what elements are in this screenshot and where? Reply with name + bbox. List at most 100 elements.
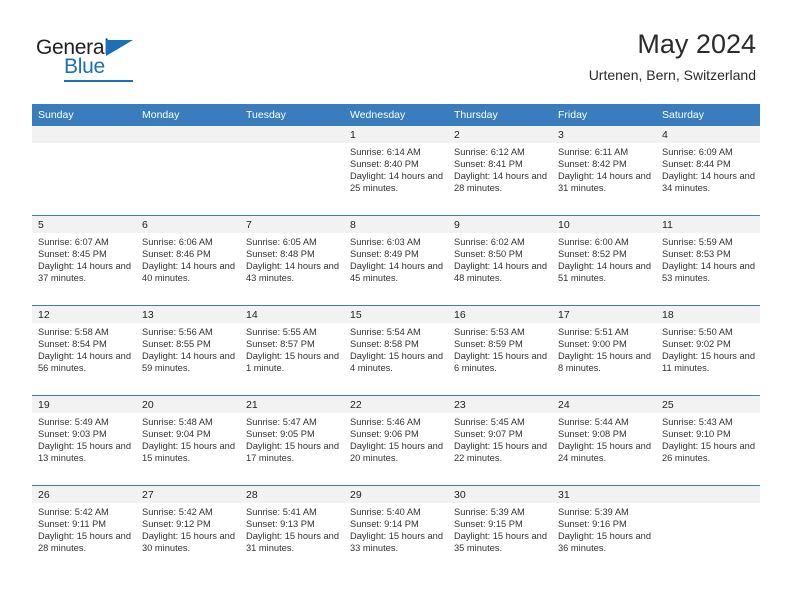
day-details: Sunrise: 5:55 AM Sunset: 8:57 PM Daylight:… — [240, 323, 344, 374]
calendar-day-cell[interactable]: 24 Sunrise: 5:44 AM Sunset: 9:08 PM Dayligh… — [552, 395, 656, 486]
calendar-day-cell[interactable]: 27 Sunrise: 5:42 AM Sunset: 9:12 PM Dayligh… — [136, 485, 240, 575]
sunrise-text: Sunrise: 5:45 AM — [454, 417, 525, 427]
calendar-cell-inner: 20 Sunrise: 5:48 AM Sunset: 9:04 PM Dayligh… — [136, 396, 240, 485]
calendar-day-cell[interactable]: 13 Sunrise: 5:56 AM Sunset: 8:55 PM Dayligh… — [136, 305, 240, 396]
day-details: Sunrise: 5:49 AM Sunset: 9:03 PM Daylight:… — [32, 413, 136, 464]
calendar-day-cell[interactable]: 29 Sunrise: 5:40 AM Sunset: 9:14 PM Dayligh… — [344, 485, 448, 575]
calendar-cell-inner: 21 Sunrise: 5:47 AM Sunset: 9:05 PM Dayligh… — [240, 396, 344, 485]
day-number — [32, 126, 136, 143]
daylight-text: Daylight: 14 hours and 37 minutes. — [38, 261, 132, 284]
daylight-text: Daylight: 14 hours and 45 minutes. — [350, 261, 444, 284]
day-number: 8 — [344, 216, 448, 233]
calendar-day-cell[interactable]: 10 Sunrise: 6:00 AM Sunset: 8:52 PM Dayligh… — [552, 215, 656, 306]
calendar-cell-inner: 14 Sunrise: 5:55 AM Sunset: 8:57 PM Dayligh… — [240, 306, 344, 395]
calendar-cell-inner: 25 Sunrise: 5:43 AM Sunset: 9:10 PM Dayligh… — [656, 396, 760, 485]
sunrise-text: Sunrise: 6:06 AM — [142, 237, 213, 247]
sunset-text: Sunset: 8:58 PM — [350, 339, 419, 350]
day-number: 29 — [344, 486, 448, 503]
calendar-cell-empty — [136, 126, 240, 216]
daylight-text: Daylight: 14 hours and 34 minutes. — [662, 171, 756, 194]
daylight-text: Daylight: 15 hours and 28 minutes. — [38, 531, 132, 554]
calendar-day-cell[interactable]: 25 Sunrise: 5:43 AM Sunset: 9:10 PM Dayligh… — [656, 395, 760, 486]
calendar-cell-empty — [240, 126, 344, 216]
day-number: 30 — [448, 486, 552, 503]
calendar-day-cell[interactable]: 22 Sunrise: 5:46 AM Sunset: 9:06 PM Dayligh… — [344, 395, 448, 486]
day-number: 19 — [32, 396, 136, 413]
calendar-day-cell[interactable]: 23 Sunrise: 5:45 AM Sunset: 9:07 PM Dayligh… — [448, 395, 552, 486]
calendar-day-cell[interactable]: 18 Sunrise: 5:50 AM Sunset: 9:02 PM Dayligh… — [656, 305, 760, 396]
calendar-day-cell[interactable]: 15 Sunrise: 5:54 AM Sunset: 8:58 PM Dayligh… — [344, 305, 448, 396]
calendar-day-cell[interactable]: 7 Sunrise: 6:05 AM Sunset: 8:48 PM Daylight… — [240, 215, 344, 306]
sunset-text: Sunset: 9:10 PM — [662, 429, 731, 440]
sunrise-text: Sunrise: 6:05 AM — [246, 237, 317, 247]
calendar-day-cell[interactable]: 4 Sunrise: 6:09 AM Sunset: 8:44 PM Daylight… — [656, 126, 760, 216]
sunset-text: Sunset: 8:53 PM — [662, 249, 731, 260]
sunset-text: Sunset: 8:50 PM — [454, 249, 523, 260]
day-number: 22 — [344, 396, 448, 413]
daylight-text: Daylight: 15 hours and 30 minutes. — [142, 531, 236, 554]
day-details: Sunrise: 6:06 AM Sunset: 8:46 PM Daylight:… — [136, 233, 240, 284]
sunrise-text: Sunrise: 6:12 AM — [454, 147, 525, 157]
calendar-day-cell[interactable]: 19 Sunrise: 5:49 AM Sunset: 9:03 PM Dayligh… — [32, 395, 136, 486]
calendar-day-cell[interactable]: 26 Sunrise: 5:42 AM Sunset: 9:11 PM Dayligh… — [32, 485, 136, 575]
sunset-text: Sunset: 9:08 PM — [558, 429, 627, 440]
day-details: Sunrise: 5:50 AM Sunset: 9:02 PM Daylight:… — [656, 323, 760, 374]
daylight-text: Daylight: 15 hours and 4 minutes. — [350, 351, 444, 374]
general-blue-logo[interactable]: General Blue — [36, 36, 196, 84]
day-details: Sunrise: 5:45 AM Sunset: 9:07 PM Daylight:… — [448, 413, 552, 464]
sunset-text: Sunset: 9:16 PM — [558, 519, 627, 530]
calendar-cell-inner: 17 Sunrise: 5:51 AM Sunset: 9:00 PM Dayligh… — [552, 306, 656, 395]
calendar-day-cell[interactable]: 9 Sunrise: 6:02 AM Sunset: 8:50 PM Daylight… — [448, 215, 552, 306]
calendar-body: 1 Sunrise: 6:14 AM Sunset: 8:40 PM Daylight… — [32, 126, 760, 575]
calendar-day-cell[interactable]: 17 Sunrise: 5:51 AM Sunset: 9:00 PM Dayligh… — [552, 305, 656, 396]
calendar-day-cell[interactable]: 8 Sunrise: 6:03 AM Sunset: 8:49 PM Daylight… — [344, 215, 448, 306]
calendar-day-cell[interactable]: 21 Sunrise: 5:47 AM Sunset: 9:05 PM Dayligh… — [240, 395, 344, 486]
calendar-day-cell[interactable]: 1 Sunrise: 6:14 AM Sunset: 8:40 PM Daylight… — [344, 126, 448, 216]
calendar-day-cell[interactable]: 12 Sunrise: 5:58 AM Sunset: 8:54 PM Dayligh… — [32, 305, 136, 396]
calendar-cell-inner: 10 Sunrise: 6:00 AM Sunset: 8:52 PM Dayligh… — [552, 216, 656, 305]
calendar-day-cell[interactable]: 14 Sunrise: 5:55 AM Sunset: 8:57 PM Dayligh… — [240, 305, 344, 396]
calendar-day-cell[interactable]: 2 Sunrise: 6:12 AM Sunset: 8:41 PM Daylight… — [448, 126, 552, 216]
calendar-cell-inner: 28 Sunrise: 5:41 AM Sunset: 9:13 PM Dayligh… — [240, 486, 344, 575]
daylight-text: Daylight: 15 hours and 1 minute. — [246, 351, 340, 374]
calendar-day-cell[interactable]: 5 Sunrise: 6:07 AM Sunset: 8:45 PM Daylight… — [32, 215, 136, 306]
calendar-day-cell[interactable]: 6 Sunrise: 6:06 AM Sunset: 8:46 PM Daylight… — [136, 215, 240, 306]
day-details: Sunrise: 5:42 AM Sunset: 9:11 PM Daylight:… — [32, 503, 136, 554]
weekday-header-tuesday: Tuesday — [240, 104, 344, 126]
calendar-day-cell[interactable]: 11 Sunrise: 5:59 AM Sunset: 8:53 PM Dayligh… — [656, 215, 760, 306]
calendar-day-cell[interactable]: 28 Sunrise: 5:41 AM Sunset: 9:13 PM Dayligh… — [240, 485, 344, 575]
sunrise-text: Sunrise: 5:46 AM — [350, 417, 421, 427]
day-number: 14 — [240, 306, 344, 323]
calendar-week-row: 5 Sunrise: 6:07 AM Sunset: 8:45 PM Daylight… — [32, 215, 760, 306]
day-number: 11 — [656, 216, 760, 233]
day-details: Sunrise: 5:51 AM Sunset: 9:00 PM Daylight:… — [552, 323, 656, 374]
sunrise-text: Sunrise: 5:39 AM — [454, 507, 525, 517]
day-number — [240, 126, 344, 143]
daylight-text: Daylight: 14 hours and 53 minutes. — [662, 261, 756, 284]
daylight-text: Daylight: 15 hours and 31 minutes. — [246, 531, 340, 554]
calendar-cell-inner: 26 Sunrise: 5:42 AM Sunset: 9:11 PM Dayligh… — [32, 486, 136, 575]
daylight-text: Daylight: 14 hours and 28 minutes. — [454, 171, 548, 194]
calendar-week-row: 1 Sunrise: 6:14 AM Sunset: 8:40 PM Daylight… — [32, 126, 760, 216]
calendar-day-cell[interactable]: 3 Sunrise: 6:11 AM Sunset: 8:42 PM Daylight… — [552, 126, 656, 216]
sunrise-text: Sunrise: 5:51 AM — [558, 327, 629, 337]
sunset-text: Sunset: 8:55 PM — [142, 339, 211, 350]
daylight-text: Daylight: 14 hours and 48 minutes. — [454, 261, 548, 284]
weekday-header-monday: Monday — [136, 104, 240, 126]
day-number: 12 — [32, 306, 136, 323]
sunset-text: Sunset: 8:41 PM — [454, 159, 523, 170]
day-details: Sunrise: 5:53 AM Sunset: 8:59 PM Daylight:… — [448, 323, 552, 374]
sunset-text: Sunset: 8:46 PM — [142, 249, 211, 260]
calendar-cell-inner: 7 Sunrise: 6:05 AM Sunset: 8:48 PM Daylight… — [240, 216, 344, 305]
calendar-week-row: 26 Sunrise: 5:42 AM Sunset: 9:11 PM Dayligh… — [32, 485, 760, 575]
day-number: 15 — [344, 306, 448, 323]
calendar-cell-inner: 27 Sunrise: 5:42 AM Sunset: 9:12 PM Dayligh… — [136, 486, 240, 575]
calendar-day-cell[interactable]: 31 Sunrise: 5:39 AM Sunset: 9:16 PM Dayligh… — [552, 485, 656, 575]
sunrise-text: Sunrise: 5:54 AM — [350, 327, 421, 337]
calendar-day-cell[interactable]: 16 Sunrise: 5:53 AM Sunset: 8:59 PM Dayligh… — [448, 305, 552, 396]
calendar-day-cell[interactable]: 30 Sunrise: 5:39 AM Sunset: 9:15 PM Dayligh… — [448, 485, 552, 575]
calendar-day-cell[interactable]: 20 Sunrise: 5:48 AM Sunset: 9:04 PM Dayligh… — [136, 395, 240, 486]
daylight-text: Daylight: 15 hours and 26 minutes. — [662, 441, 756, 464]
sunset-text: Sunset: 9:15 PM — [454, 519, 523, 530]
calendar-cell-inner: 22 Sunrise: 5:46 AM Sunset: 9:06 PM Dayligh… — [344, 396, 448, 485]
